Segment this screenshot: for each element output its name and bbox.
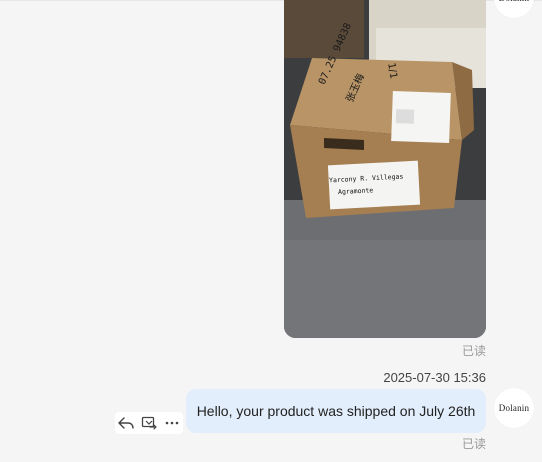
avatar-label: Dolanin bbox=[499, 0, 529, 3]
message-bubble[interactable]: Hello, your product was shipped on July … bbox=[186, 389, 486, 433]
read-status: 已读 bbox=[461, 437, 486, 451]
message-timestamp: 2025-07-30 15:36 bbox=[383, 370, 486, 385]
avatar-label: Dolanin bbox=[498, 403, 530, 413]
message-text: Hello, your product was shipped on July … bbox=[196, 403, 476, 419]
message-actions bbox=[115, 412, 183, 434]
shipment-photo[interactable]: 07.25 94838 张玉梅 1/1 Yarcony R. Villegas … bbox=[284, 0, 486, 338]
avatar[interactable]: Dolanin bbox=[494, 0, 534, 18]
reply-icon[interactable] bbox=[117, 414, 135, 432]
more-icon[interactable] bbox=[163, 414, 181, 432]
forward-icon[interactable] bbox=[140, 414, 158, 432]
avatar[interactable]: Dolanin bbox=[494, 388, 534, 428]
read-status: 已读 bbox=[461, 344, 486, 358]
